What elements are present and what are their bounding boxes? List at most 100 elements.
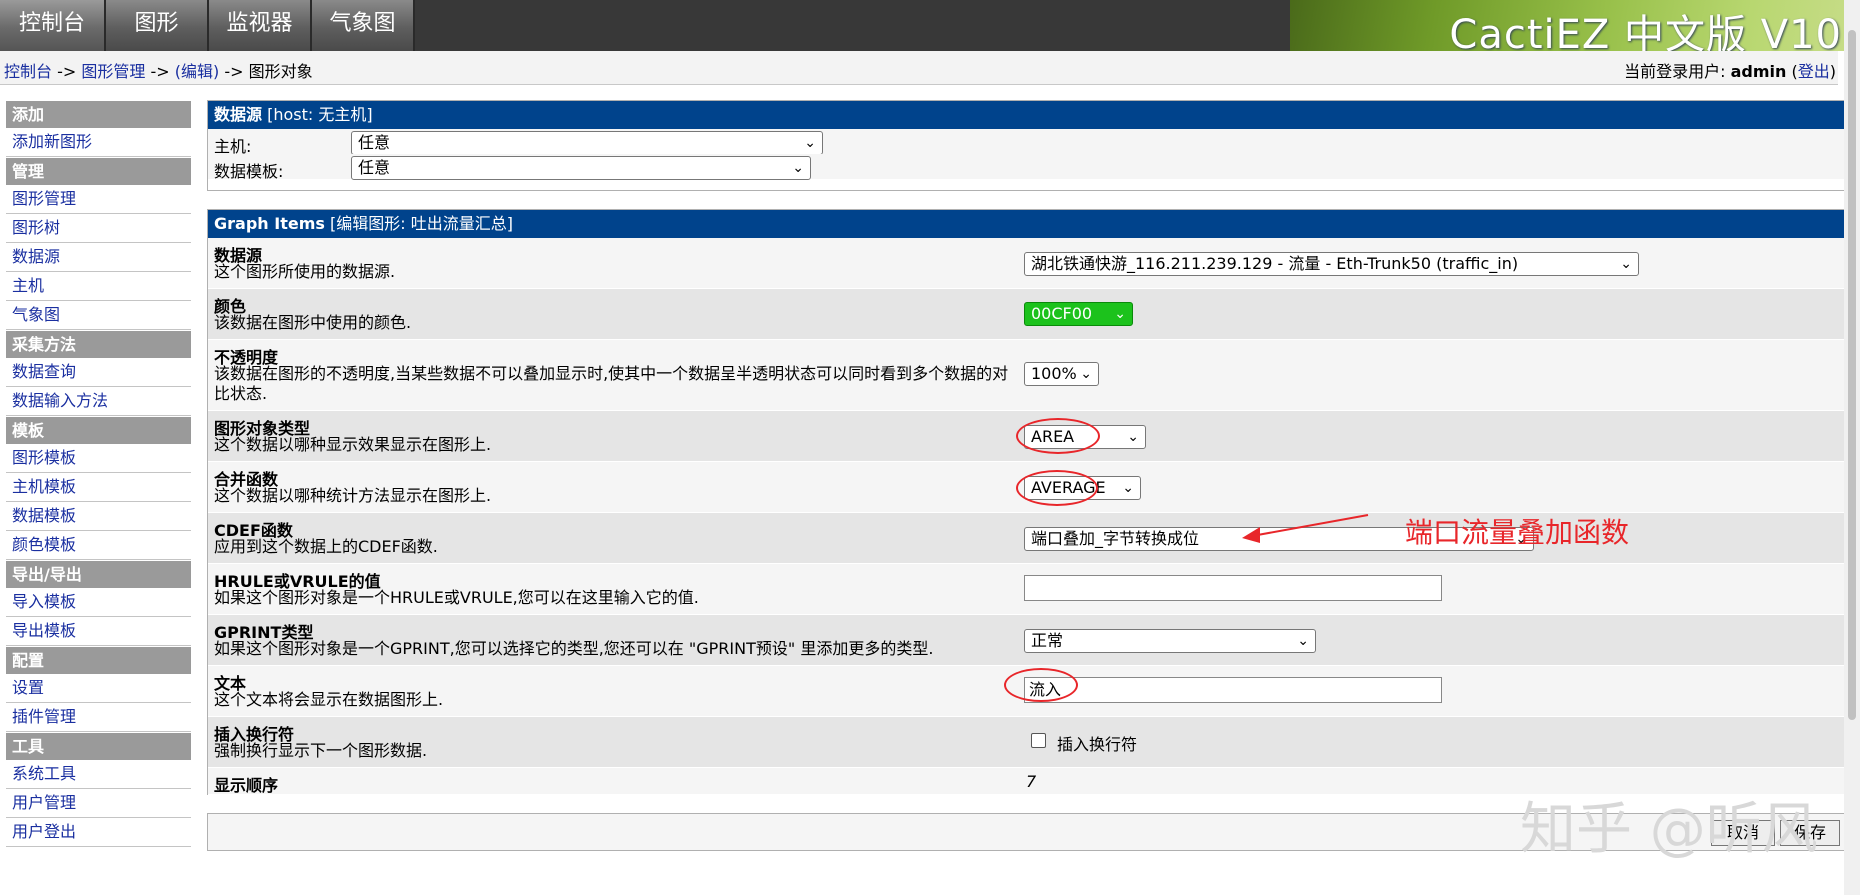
panel-title: 数据源 <box>214 105 263 124</box>
data-source-select[interactable]: 湖北铁通快游_116.211.239.129 - 流量 - Eth-Trunk5… <box>1024 252 1639 276</box>
cdef-function-value: 端口叠加_字节转换成位 <box>1031 529 1200 548</box>
current-user-info: 当前登录用户: admin (登出) <box>1624 58 1836 82</box>
tab-graphs[interactable]: 图形 <box>106 0 209 51</box>
row-description: 这个图形所使用的数据源. <box>214 262 396 281</box>
sidebar-item[interactable]: 气象图 <box>6 301 191 330</box>
row-data-source: 数据源 这个图形所使用的数据源. 湖北铁通快游_116.211.239.129 … <box>208 238 1853 289</box>
brand-banner: CactiEZ 中文版 V10 <box>1290 0 1860 51</box>
sidebar-item[interactable]: 颜色模板 <box>6 531 191 560</box>
panel-header: Graph Items [编辑图形: 吐出流量汇总] <box>208 210 1853 238</box>
breadcrumb-console-link[interactable]: 控制台 <box>4 62 52 81</box>
gprint-type-select[interactable]: 正常 ⌄ <box>1024 629 1316 653</box>
data-source-select-value: 湖北铁通快游_116.211.239.129 - 流量 - Eth-Trunk5… <box>1031 254 1519 273</box>
data-template-label: 数据模板: <box>214 162 284 181</box>
sidebar-item[interactable]: 数据查询 <box>6 358 191 387</box>
chevron-down-icon: ⌄ <box>1297 633 1309 649</box>
data-template-select[interactable]: 任意 ⌄ <box>351 156 811 180</box>
sidebar-item[interactable]: 图形树 <box>6 214 191 243</box>
row-description: 如果这个图形对象是一个HRULE或VRULE,您可以在这里输入它的值. <box>214 588 699 607</box>
sidebar-item[interactable]: 用户管理 <box>6 789 191 818</box>
host-filter-row: 主机: 任意 ⌄ <box>208 129 1853 156</box>
row-description: 如果这个图形对象是一个GPRINT,您可以选择它的类型,您还可以在 "GPRIN… <box>214 639 934 658</box>
graph-item-type-value: AREA <box>1031 427 1075 446</box>
hrule-vrule-value-input[interactable] <box>1024 575 1442 601</box>
gprint-type-value: 正常 <box>1031 631 1064 650</box>
sidebar-section-header: 管理 <box>6 158 191 185</box>
text-input[interactable]: 流入 <box>1024 677 1442 703</box>
row-text: 文本 这个文本将会显示在数据图形上. 流入 <box>208 666 1853 717</box>
row-title: 显示顺序 <box>214 776 279 795</box>
chevron-down-icon: ⌄ <box>1080 366 1092 382</box>
row-color: 颜色 该数据在图形中使用的颜色. 00CF00 ⌄ <box>208 289 1853 340</box>
insert-line-break-checkbox[interactable] <box>1031 733 1046 748</box>
row-description: 这个文本将会显示在数据图形上. <box>214 690 444 709</box>
graph-item-type-select[interactable]: AREA ⌄ <box>1024 425 1146 449</box>
brand-logo-text: CactiEZ 中文版 V10 <box>1449 12 1842 51</box>
breadcrumb-edit-link[interactable]: (编辑) <box>175 62 220 81</box>
breadcrumb-separator: -> <box>145 62 175 81</box>
annotation-arrow-icon <box>1242 514 1369 543</box>
breadcrumb-graph-management-link[interactable]: 图形管理 <box>81 62 145 81</box>
breadcrumb: 控制台 -> 图形管理 -> (编辑) -> 图形对象 <box>4 58 313 82</box>
sidebar-item[interactable]: 主机模板 <box>6 473 191 502</box>
consolidation-function-select[interactable]: AVERAGE ⌄ <box>1024 476 1141 500</box>
tab-console[interactable]: 控制台 <box>0 0 106 51</box>
sidebar-item[interactable]: 设置 <box>6 674 191 703</box>
logout-link[interactable]: 登出 <box>1798 62 1830 81</box>
sidebar-item[interactable]: 导入模板 <box>6 588 191 617</box>
color-select[interactable]: 00CF00 ⌄ <box>1024 302 1133 326</box>
sidebar-section-header: 配置 <box>6 647 191 674</box>
consolidation-function-value: AVERAGE <box>1031 478 1106 497</box>
panel-title: Graph Items <box>214 214 325 233</box>
breadcrumb-bar: 控制台 -> 图形管理 -> (编辑) -> 图形对象 当前登录用户: admi… <box>0 51 1838 85</box>
host-select-value: 任意 <box>358 133 391 152</box>
annotation-label: 端口流量叠加函数 <box>1405 516 1630 549</box>
sidebar-item[interactable]: 数据源 <box>6 243 191 272</box>
row-hrule-vrule-value: HRULE或VRULE的值 如果这个图形对象是一个HRULE或VRULE,您可以… <box>208 564 1853 615</box>
graph-items-panel: Graph Items [编辑图形: 吐出流量汇总] 数据源 这个图形所使用的数… <box>207 209 1854 795</box>
panel-subtitle: [host: 无主机] <box>262 105 373 124</box>
opacity-select-value: 100% <box>1031 364 1077 383</box>
sidebar-section-header: 采集方法 <box>6 331 191 358</box>
breadcrumb-separator: -> <box>219 62 249 81</box>
row-graph-item-type: 图形对象类型 这个数据以哪种显示效果显示在图形上. AREA ⌄ <box>208 411 1853 462</box>
sidebar-section-header: 导出/导出 <box>6 561 191 588</box>
sidebar-item[interactable]: 数据模板 <box>6 502 191 531</box>
row-insert-line-break: 插入换行符 强制换行显示下一个图形数据. 插入换行符 <box>208 717 1853 768</box>
sidebar-item[interactable]: 导出模板 <box>6 617 191 646</box>
form-action-bar: 取消 保存 <box>207 813 1854 851</box>
chevron-down-icon: ⌄ <box>804 135 816 151</box>
sidebar-item[interactable]: 主机 <box>6 272 191 301</box>
sidebar-item[interactable]: 图形管理 <box>6 185 191 214</box>
chevron-down-icon: ⌄ <box>1127 429 1139 445</box>
row-description: 该数据在图形中使用的颜色. <box>214 313 412 332</box>
scrollbar-thumb[interactable] <box>1848 30 1856 720</box>
sidebar-item[interactable]: 添加新图形 <box>6 128 191 157</box>
tab-weathermap[interactable]: 气象图 <box>312 0 415 51</box>
breadcrumb-current: 图形对象 <box>248 62 313 81</box>
current-user-label: 当前登录用户: <box>1624 62 1731 81</box>
tab-monitor[interactable]: 监视器 <box>209 0 312 51</box>
data-template-select-value: 任意 <box>358 158 391 177</box>
panel-header: 数据源 [host: 无主机] <box>208 101 1853 129</box>
breadcrumb-separator: -> <box>52 62 82 81</box>
vertical-scrollbar[interactable] <box>1844 0 1860 895</box>
insert-line-break-label[interactable]: 插入换行符 <box>1057 731 1137 755</box>
row-description: 该数据在图形的不透明度,当某些数据不可以叠加显示时,使其中一个数据呈半透明状态可… <box>214 364 1009 403</box>
sidebar-item[interactable]: 插件管理 <box>6 703 191 732</box>
sidebar-item[interactable]: 图形模板 <box>6 444 191 473</box>
save-button[interactable]: 保存 <box>1780 820 1840 846</box>
sidebar-item[interactable]: 用户登出 <box>6 818 191 847</box>
chevron-down-icon: ⌄ <box>1114 306 1126 322</box>
row-description: 这个数据以哪种显示效果显示在图形上. <box>214 435 492 454</box>
chevron-down-icon: ⌄ <box>1620 256 1632 272</box>
chevron-down-icon: ⌄ <box>1122 480 1134 496</box>
sidebar-section-header: 添加 <box>6 101 191 128</box>
host-select[interactable]: 任意 ⌄ <box>351 131 823 155</box>
row-consolidation-function: 合并函数 这个数据以哪种统计方法显示在图形上. AVERAGE ⌄ <box>208 462 1853 513</box>
cancel-button[interactable]: 取消 <box>1711 820 1775 846</box>
sidebar-item[interactable]: 数据输入方法 <box>6 387 191 416</box>
opacity-select[interactable]: 100% ⌄ <box>1024 362 1099 386</box>
sidebar-item[interactable]: 系统工具 <box>6 760 191 789</box>
row-opacity: 不透明度 该数据在图形的不透明度,当某些数据不可以叠加显示时,使其中一个数据呈半… <box>208 340 1853 411</box>
